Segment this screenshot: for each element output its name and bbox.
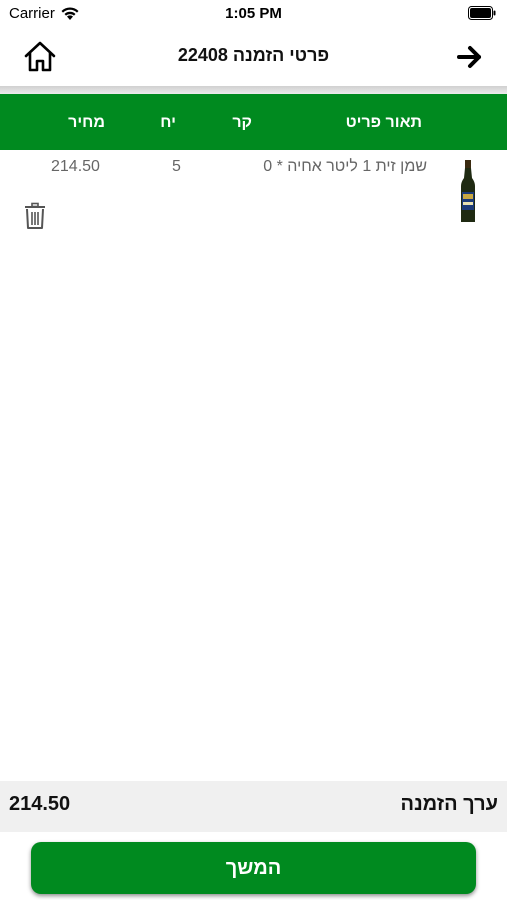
olive-oil-bottle-image (461, 160, 475, 222)
order-total-bar: 214.50 ערך הזמנה (0, 781, 507, 832)
continue-button[interactable]: המשך (31, 842, 476, 894)
order-total-label: ערך הזמנה (400, 793, 498, 815)
item-price: 214.50 (51, 158, 100, 175)
nav-bar: פרטי הזמנה 22408 (0, 30, 507, 86)
order-details-screen: Carrier 1:05 PM פרטי הזמנה 22408 תאור פר… (0, 0, 507, 900)
column-header-units: יח (160, 114, 176, 131)
battery-icon (468, 6, 496, 20)
item-units: 5 (172, 158, 181, 175)
table-row: שמן זית 1 ליטר אחיה * 0 5 214.50 (0, 150, 507, 240)
clock: 1:05 PM (225, 5, 282, 22)
item-description: שמן זית 1 ליטר אחיה * 0 (263, 158, 427, 175)
header-divider (0, 86, 507, 94)
back-button[interactable] (455, 42, 485, 72)
page-title: פרטי הזמנה 22408 (177, 45, 330, 65)
delete-item-button[interactable] (23, 202, 47, 230)
status-bar: Carrier 1:05 PM (0, 0, 507, 30)
trash-icon (25, 202, 45, 229)
column-header-description: תאור פריט (345, 114, 422, 131)
order-total-value: 214.50 (9, 793, 71, 815)
column-header-kr: קר (232, 114, 252, 131)
column-header-price: מחיר (68, 114, 105, 131)
arrow-right-icon (457, 46, 481, 68)
table-header: תאור פריט קר יח מחיר (0, 94, 507, 150)
